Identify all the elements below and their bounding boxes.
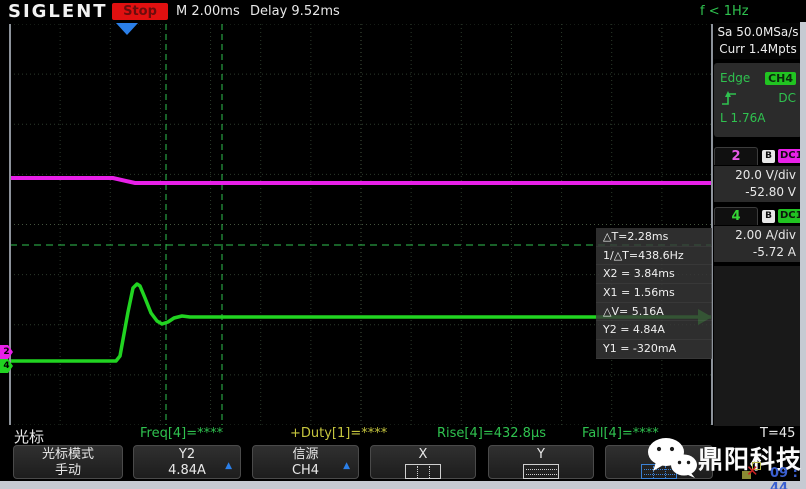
clock: 09 : 44 — [770, 466, 806, 489]
wechat-icon — [646, 436, 698, 478]
rising-edge-icon — [720, 89, 738, 107]
cursor-mode-value: 手动 — [14, 463, 122, 479]
waveform-svg — [10, 24, 712, 425]
cursor-y-button[interactable]: Y — [488, 445, 594, 479]
measurement-rise: Rise[4]=432.8µs — [437, 426, 546, 441]
ch2-offset: -52.80 V — [714, 184, 796, 201]
ch2-scale: 20.0 V/div — [714, 167, 796, 184]
cursor-delta-v: △V= 5.16A — [596, 303, 712, 322]
run-stop-button[interactable]: Stop — [112, 3, 168, 20]
sidebar-empty-panel — [714, 266, 802, 426]
ch2-header[interactable]: 2 B DC1M — [714, 146, 806, 166]
ch4-number-tab[interactable]: 4 — [714, 207, 758, 225]
cursor-y1: Y1 = -320mA — [596, 340, 712, 359]
ch4-info-box[interactable]: 2.00 A/div -5.72 A — [714, 226, 802, 262]
ch2-info-box[interactable]: 20.0 V/div -52.80 V — [714, 166, 802, 202]
ch4-offset: -5.72 A — [714, 244, 796, 261]
cursor-delta-t: △T=2.28ms — [596, 228, 712, 247]
cursor-source-button[interactable]: 信源 CH4 ▲ — [252, 445, 359, 479]
up-arrow-icon: ▲ — [343, 458, 350, 474]
trigger-level: L 1.76A — [720, 111, 765, 125]
trigger-info-box[interactable]: Edge CH4 DC L 1.76A — [714, 63, 802, 137]
timebase-readout[interactable]: M 2.00ms — [176, 4, 240, 19]
network-disconnected-icon: ✕ — [742, 462, 764, 480]
cursor-mode-button[interactable]: 光标模式 手动 — [13, 445, 123, 479]
right-edge-strip — [800, 22, 806, 489]
display-right-border — [711, 24, 713, 425]
ch4-header[interactable]: 4 B DC1M — [714, 206, 806, 226]
cursor-x2: X2 = 3.84ms — [596, 265, 712, 284]
cursor-inv-delta-t: 1/△T=438.6Hz — [596, 247, 712, 266]
ch2-number-tab[interactable]: 2 — [714, 147, 758, 165]
trigger-source-badge: CH4 — [765, 72, 796, 85]
cursor-y2: Y2 = 4.84A — [596, 321, 712, 340]
graticule-grid — [10, 24, 712, 425]
sample-rate: Sa 50.0MSa/s — [714, 24, 802, 41]
x-cursors-icon — [405, 464, 441, 479]
ch2-bandwidth-badge: B — [762, 150, 775, 163]
trigger-coupling: DC — [778, 91, 796, 105]
y-label: Y — [489, 447, 593, 463]
ch4-scale: 2.00 A/div — [714, 227, 796, 244]
up-arrow-icon: ▲ — [225, 458, 232, 474]
x-label: X — [371, 447, 475, 463]
cursor-menu-title: 光标 — [14, 426, 44, 447]
top-bar: SIGLENT Stop M 2.00ms Delay 9.52ms f < 1… — [0, 0, 806, 22]
measurement-duty: +Duty[1]=**** — [290, 426, 387, 441]
acquisition-info-box: Sa 50.0MSa/s Curr 1.4Mpts — [714, 23, 802, 59]
trigger-mode: Edge — [720, 71, 750, 85]
siglent-logo: SIGLENT — [8, 1, 108, 22]
watermark: 鼎阳科技 ✕ 09 : 44 — [640, 432, 806, 482]
ch4-bandwidth-badge: B — [762, 210, 775, 223]
trigger-frequency-readout: f < 1Hz — [700, 4, 749, 19]
delay-readout[interactable]: Delay 9.52ms — [250, 4, 340, 19]
waveform-display — [10, 24, 712, 425]
memory-depth: Curr 1.4Mpts — [714, 41, 802, 58]
y-cursors-icon — [523, 464, 559, 479]
trigger-position-marker[interactable] — [116, 23, 138, 35]
oscilloscope-screen: SIGLENT Stop M 2.00ms Delay 9.52ms f < 1… — [0, 0, 806, 489]
cursor-x-button[interactable]: X — [370, 445, 476, 479]
cursor-mode-label: 光标模式 — [14, 447, 122, 463]
cursor-measurement-box: △T=2.28ms 1/△T=438.6Hz X2 = 3.84ms X1 = … — [596, 228, 712, 359]
cursor-x1: X1 = 1.56ms — [596, 284, 712, 303]
measurement-freq: Freq[4]=**** — [140, 426, 223, 441]
bottom-edge-strip — [0, 481, 806, 489]
cursor-y2-button[interactable]: Y2 4.84A ▲ — [133, 445, 241, 479]
